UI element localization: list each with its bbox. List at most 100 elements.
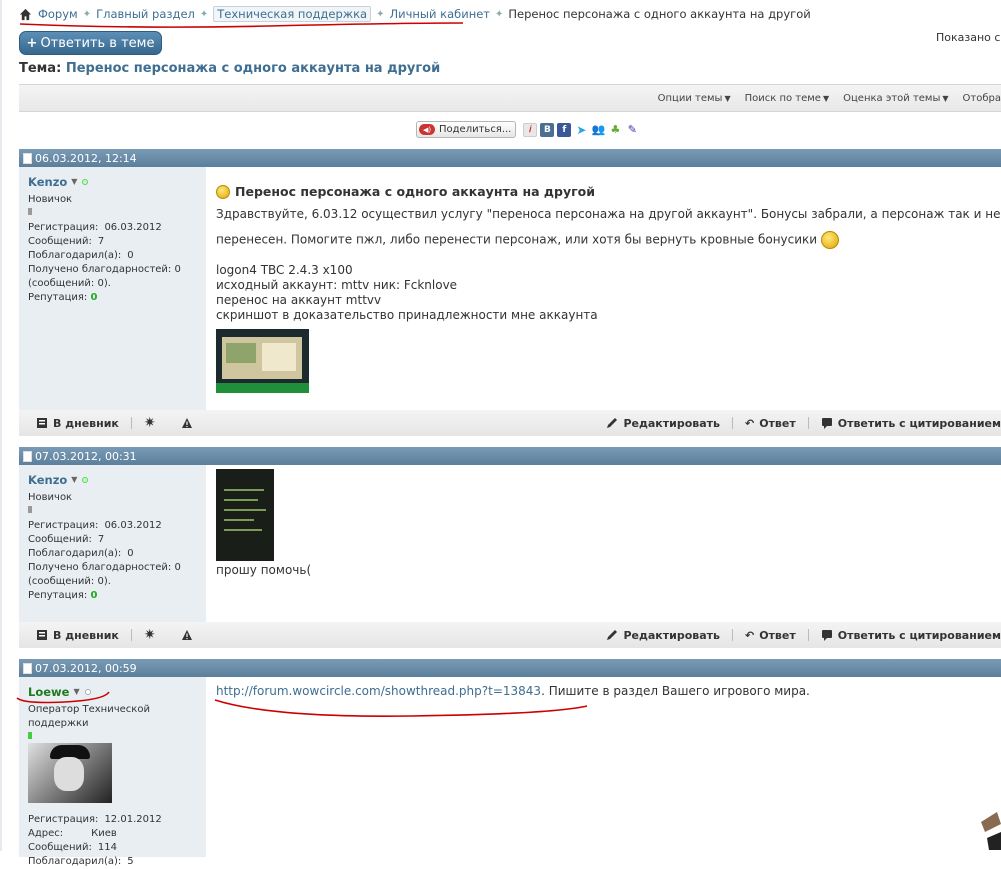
thread-options-label: Опции темы [657,92,723,104]
rep-value: 0 [90,292,98,303]
reply-button[interactable]: ↶ Ответ [745,417,796,430]
thanked-label: Поблагодарил(а): [28,856,122,867]
reply-label: Ответ [759,628,796,642]
user-thanked: Поблагодарил(а): 5 [28,855,197,869]
warning-icon[interactable] [181,629,193,641]
user-thanked: Поблагодарил(а): 0 [28,249,197,263]
post-line: logon4 TBC 2.4.3 x100 [216,263,353,277]
thanked-value: 0 [127,548,134,559]
quote-icon [821,630,832,641]
user-messages: Сообщений: 7 [28,235,197,249]
edit-label: Редактировать [623,628,720,642]
username-menu[interactable]: Kenzo ▼ [28,175,197,189]
msgs-value: 7 [97,236,105,247]
clip-icon[interactable]: ✎ [625,123,639,137]
thread-options-bar: Опции темы ▼ Поиск по теме ▼ Оценка этой т… [19,84,1001,112]
post-content: http://forum.wowcircle.com/showthread.ph… [206,677,1001,857]
search-thread-menu[interactable]: Поиск по теме ▼ [745,93,830,104]
vk-icon[interactable]: В [540,122,555,137]
share-button[interactable]: ◀) Поделиться... [416,121,517,138]
post-title: Перенос персонажа с одного аккаунта на д… [216,184,1001,199]
username-menu[interactable]: Kenzo ▼ [28,473,197,487]
post-link[interactable]: http://forum.wowcircle.com/showthread.ph… [216,684,541,698]
diary-button[interactable]: В дневник [36,629,119,642]
user-received-thanks: Получено благодарностей: 0 [28,562,181,573]
footer-separator [130,417,132,429]
display-mode-menu[interactable]: Отобра [963,93,1001,104]
post-header: 07.03.2012, 00:31 [19,447,1001,465]
thread-title: Тема: Перенос персонажа с одного аккаунт… [19,61,440,76]
thread-title-link[interactable]: Перенос персонажа с одного аккаунта на д… [66,61,440,76]
breadcrumb-link-forum[interactable]: Форум [38,7,78,21]
reply-in-thread-button[interactable]: + Ответить в теме [19,31,162,55]
display-mode-label: Отобра [962,92,1001,104]
thanked-label: Поблагодарил(а): [28,250,122,261]
user-title: Новичок [28,492,73,503]
breadcrumb-separator-icon: ✦ [82,8,92,20]
username-menu[interactable]: Loewe ▼ [28,685,197,699]
breadcrumb-link-main[interactable]: Главный раздел [96,7,195,21]
share-row: ◀) Поделиться... 𝑖 В f ➤ 👥 ♣ ✎ [416,121,639,138]
msgs-label: Сообщений: [28,236,92,247]
edit-button[interactable]: Редактировать [606,629,720,642]
rep-label: Репутация: [28,292,88,303]
grin-smile-icon [820,231,839,249]
breadcrumb-link-cabinet[interactable]: Личный кабинет [390,7,491,21]
reputation-bar [28,732,32,739]
user-info: Loewe ▼ Оператор Технической поддержки Р… [19,677,206,867]
bookmarks-icon[interactable]: ♣ [608,123,622,137]
share-button-label: Поделиться... [439,124,512,135]
edit-label: Редактировать [623,416,720,430]
user-registration: Регистрация: 06.03.2012 [28,221,197,235]
edit-button[interactable]: Редактировать [606,417,720,430]
thanked-value: 0 [127,250,134,261]
username: Kenzo [28,473,68,487]
star-icon[interactable]: ✷ [144,415,156,431]
rep-label: Репутация: [28,590,88,601]
quote-reply-button[interactable]: Ответить с цитированием [821,629,1001,642]
diary-label: В дневник [53,628,119,642]
thanked-label: Поблагодарил(а): [28,548,122,559]
post-line: исходный аккаунт: mttv ник: Fcknlove [216,278,458,292]
post-text-line2: перенесен. Помогите пжл, либо перенести … [216,231,1001,249]
breadcrumb-link-support[interactable]: Техническая поддержка [213,6,372,22]
twitter-icon[interactable]: ➤ [574,123,588,137]
facebook-icon[interactable]: f [557,122,572,137]
rate-thread-menu[interactable]: Оценка этой темы ▼ [843,93,948,104]
footer-separator [807,417,809,429]
dropdown-arrow-icon: ▼ [822,93,830,103]
thread-options-menu[interactable]: Опции темы ▼ [658,93,731,104]
post-date: 06.03.2012, 12:14 [35,151,137,165]
msgs-label: Сообщений: [28,842,92,853]
diary-button[interactable]: В дневник [36,417,119,430]
post-header: 07.03.2012, 00:59 [19,659,1001,677]
screenshot-thumbnail[interactable] [216,329,309,393]
quote-label: Ответить с цитированием [837,628,1001,642]
breadcrumb: Форум ✦ Главный раздел ✦ Техническая под… [19,6,811,22]
diary-label: В дневник [53,416,119,430]
warning-icon[interactable] [181,417,193,429]
people-icon[interactable]: 👥 [591,123,606,137]
offline-status-icon [84,689,91,695]
reply-label: Ответ [759,416,796,430]
pencil-icon [607,418,618,428]
user-messages: Сообщений: 7 [28,533,197,547]
quote-reply-button[interactable]: Ответить с цитированием [821,417,1001,430]
post-text-line2-text: перенесен. Помогите пжл, либо перенести … [216,232,818,247]
shown-range: Показано с 1 [936,31,1001,44]
post: 07.03.2012, 00:31 Kenzo ▼ Новичок Регист… [19,447,1001,648]
breadcrumb-separator-icon: ✦ [495,8,504,20]
star-icon[interactable]: ✷ [144,627,156,643]
reply-button[interactable]: ↶ Ответ [745,629,796,642]
reply-button-label: Ответить в теме [40,35,155,51]
post-date: 07.03.2012, 00:31 [35,449,137,463]
user-avatar[interactable] [28,743,112,803]
post-header: 06.03.2012, 12:14 [19,149,1001,167]
home-icon[interactable] [19,8,32,21]
liveinternet-icon[interactable]: 𝑖 [523,122,538,137]
rate-thread-label: Оценка этой темы [843,92,941,104]
reg-label: Регистрация: [28,814,99,825]
screenshot-thumbnail[interactable] [216,469,274,561]
user-received-thanks: Получено благодарностей: 0 [28,264,181,275]
post-body: Loewe ▼ Оператор Технической поддержки Р… [19,677,1001,867]
